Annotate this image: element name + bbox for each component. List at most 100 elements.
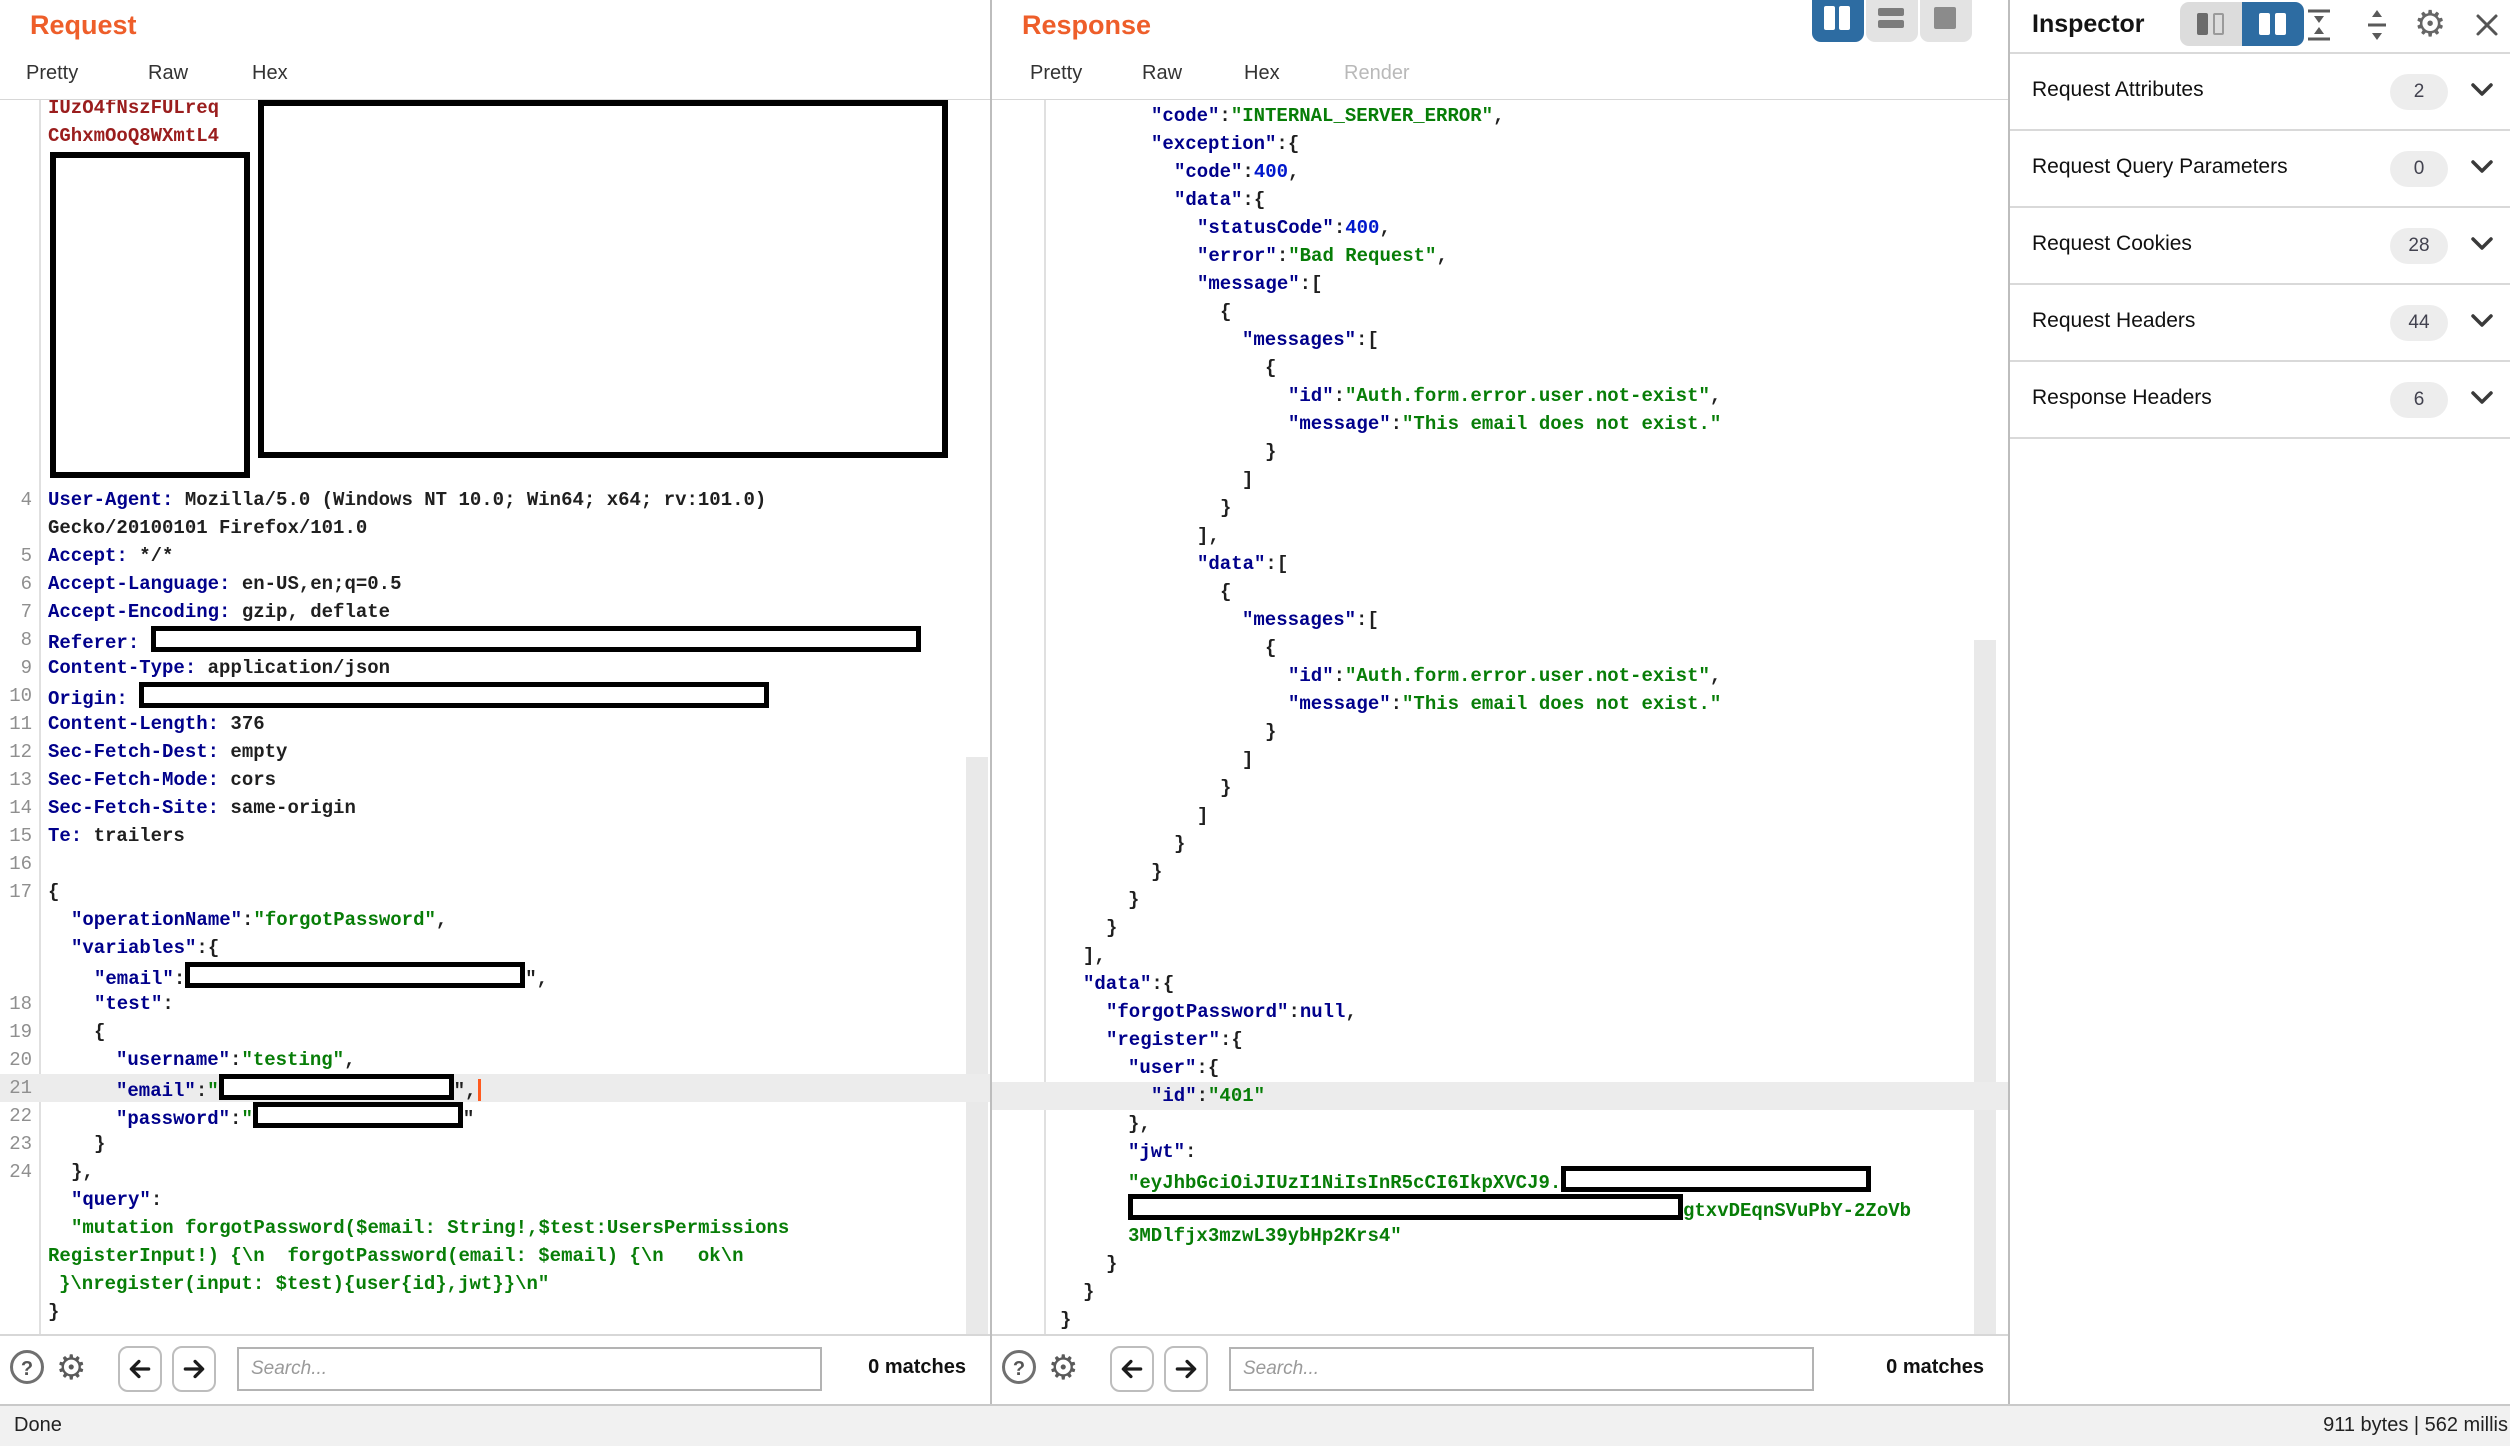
code-line[interactable]: "messages":[ — [992, 326, 2008, 354]
response-editor[interactable]: "code":"INTERNAL_SERVER_ERROR","exceptio… — [992, 100, 2008, 1336]
tab-response-hex[interactable]: Hex — [1244, 62, 1280, 85]
code-line[interactable]: "message":"This email does not exist." — [992, 410, 2008, 438]
inspector-section-request-headers[interactable]: Request Headers44 — [2010, 283, 2510, 362]
code-line[interactable]: 23} — [0, 1130, 990, 1158]
code-line[interactable]: "operationName":"forgotPassword", — [0, 906, 990, 934]
code-line[interactable]: "message":"This email does not exist." — [992, 690, 2008, 718]
response-search-input[interactable] — [1229, 1347, 1814, 1391]
code-line[interactable]: } — [992, 886, 2008, 914]
code-line[interactable]: 11Content-Length: 376 — [0, 710, 990, 738]
code-line[interactable]: }, — [992, 1110, 2008, 1138]
inspector-section-request-query-parameters[interactable]: Request Query Parameters0 — [2010, 129, 2510, 208]
code-line[interactable]: 8Referer: — [0, 626, 990, 654]
inspector-close-icon[interactable] — [2474, 12, 2500, 43]
collapse-all-icon[interactable] — [2304, 8, 2334, 47]
code-line[interactable]: 6Accept-Language: en-US,en;q=0.5 — [0, 570, 990, 598]
code-line[interactable]: } — [992, 1278, 2008, 1306]
help-icon[interactable]: ? — [1002, 1350, 1036, 1384]
tab-request-raw[interactable]: Raw — [148, 62, 188, 85]
code-line[interactable]: gtxvDEqnSVuPbY-2ZoVb — [992, 1194, 2008, 1222]
chevron-down-icon[interactable] — [2470, 236, 2494, 257]
code-line[interactable]: } — [0, 1298, 990, 1326]
code-line[interactable]: "id":"401" — [992, 1082, 2008, 1110]
code-line[interactable]: RegisterInput!) {\n forgotPassword(email… — [0, 1242, 990, 1270]
expand-all-icon[interactable] — [2362, 8, 2392, 47]
code-line[interactable]: "id":"Auth.form.error.user.not-exist", — [992, 382, 2008, 410]
chevron-down-icon[interactable] — [2470, 390, 2494, 411]
request-editor[interactable]: IUzO4fNszFULreqCGhxmOoQ8WXmtL44User-Agen… — [0, 100, 990, 1336]
code-line[interactable]: 16 — [0, 850, 990, 878]
chevron-down-icon[interactable] — [2470, 159, 2494, 180]
code-line[interactable]: "exception":{ — [992, 130, 2008, 158]
code-line[interactable]: "register":{ — [992, 1026, 2008, 1054]
search-settings-gear-icon[interactable]: ⚙ — [1048, 1346, 1078, 1390]
code-line[interactable]: "data":[ — [992, 550, 2008, 578]
code-line[interactable]: ], — [992, 942, 2008, 970]
code-line[interactable]: }\nregister(input: $test){user{id},jwt}}… — [0, 1270, 990, 1298]
chevron-down-icon[interactable] — [2470, 313, 2494, 334]
request-search-input[interactable] — [237, 1347, 822, 1391]
tab-request-hex[interactable]: Hex — [252, 62, 288, 85]
code-line[interactable]: "forgotPassword":null, — [992, 998, 2008, 1026]
layout-single-icon[interactable] — [1920, 0, 1972, 42]
code-line[interactable]: } — [992, 438, 2008, 466]
code-line[interactable]: "id":"Auth.form.error.user.not-exist", — [992, 662, 2008, 690]
code-line[interactable]: { — [992, 298, 2008, 326]
code-line[interactable]: "code":"INTERNAL_SERVER_ERROR", — [992, 102, 2008, 130]
code-line[interactable]: 21"email":"", — [0, 1074, 990, 1102]
code-line[interactable]: } — [992, 774, 2008, 802]
code-line[interactable]: "statusCode":400, — [992, 214, 2008, 242]
next-match-button[interactable] — [172, 1346, 216, 1392]
inspector-section-request-cookies[interactable]: Request Cookies28 — [2010, 206, 2510, 285]
code-line[interactable]: "code":400, — [992, 158, 2008, 186]
inspector-section-request-attributes[interactable]: Request Attributes2 — [2010, 52, 2510, 131]
previous-match-button[interactable] — [118, 1346, 162, 1392]
search-settings-gear-icon[interactable]: ⚙ — [56, 1346, 86, 1390]
code-line[interactable]: "query": — [0, 1186, 990, 1214]
code-line[interactable]: } — [992, 830, 2008, 858]
code-line[interactable]: "variables":{ — [0, 934, 990, 962]
code-line[interactable]: 17{ — [0, 878, 990, 906]
code-line[interactable]: 9Content-Type: application/json — [0, 654, 990, 682]
code-line[interactable]: 18"test": — [0, 990, 990, 1018]
code-line[interactable]: "messages":[ — [992, 606, 2008, 634]
code-line[interactable]: 15Te: trailers — [0, 822, 990, 850]
code-line[interactable]: "data":{ — [992, 970, 2008, 998]
tab-request-pretty[interactable]: Pretty — [26, 62, 78, 85]
inspector-section-response-headers[interactable]: Response Headers6 — [2010, 360, 2510, 439]
code-line[interactable]: ], — [992, 522, 2008, 550]
chevron-down-icon[interactable] — [2470, 82, 2494, 103]
code-line[interactable]: 13Sec-Fetch-Mode: cors — [0, 766, 990, 794]
code-line[interactable]: ] — [992, 746, 2008, 774]
layout-stacked-icon[interactable] — [1866, 0, 1918, 42]
code-line[interactable]: 4User-Agent: Mozilla/5.0 (Windows NT 10.… — [0, 486, 990, 514]
code-line[interactable]: "mutation forgotPassword($email: String!… — [0, 1214, 990, 1242]
code-line[interactable]: "message":[ — [992, 270, 2008, 298]
code-line[interactable]: Gecko/20100101 Firefox/101.0 — [0, 514, 990, 542]
tab-response-raw[interactable]: Raw — [1142, 62, 1182, 85]
code-line[interactable]: 20"username":"testing", — [0, 1046, 990, 1074]
inspector-settings-gear-icon[interactable]: ⚙ — [2414, 2, 2446, 46]
tab-response-pretty[interactable]: Pretty — [1030, 62, 1082, 85]
code-line[interactable]: } — [992, 1250, 2008, 1278]
code-line[interactable]: } — [992, 718, 2008, 746]
code-line[interactable]: 22"password":"" — [0, 1102, 990, 1130]
code-line[interactable]: 19{ — [0, 1018, 990, 1046]
help-icon[interactable]: ? — [10, 1350, 44, 1384]
code-line[interactable]: "user":{ — [992, 1054, 2008, 1082]
code-line[interactable]: 7Accept-Encoding: gzip, deflate — [0, 598, 990, 626]
code-line[interactable]: { — [992, 578, 2008, 606]
code-line[interactable]: } — [992, 1306, 2008, 1334]
code-line[interactable]: 5Accept: */* — [0, 542, 990, 570]
layout-columns-icon[interactable] — [1812, 0, 1864, 42]
code-line[interactable]: 3MDlfjx3mzwL39ybHp2Krs4" — [992, 1222, 2008, 1250]
next-match-button[interactable] — [1164, 1346, 1208, 1392]
code-line[interactable]: } — [992, 494, 2008, 522]
code-line[interactable]: } — [992, 914, 2008, 942]
tab-response-render[interactable]: Render — [1344, 62, 1410, 85]
code-line[interactable]: CGhxmOoQ8WXmtL4 — [0, 122, 990, 150]
code-line[interactable]: } — [992, 858, 2008, 886]
inspector-dock-left-icon[interactable] — [2180, 2, 2242, 46]
code-line[interactable]: { — [992, 634, 2008, 662]
code-line[interactable]: "eyJhbGciOiJIUzI1NiIsInR5cCI6IkpXVCJ9. — [992, 1166, 2008, 1194]
